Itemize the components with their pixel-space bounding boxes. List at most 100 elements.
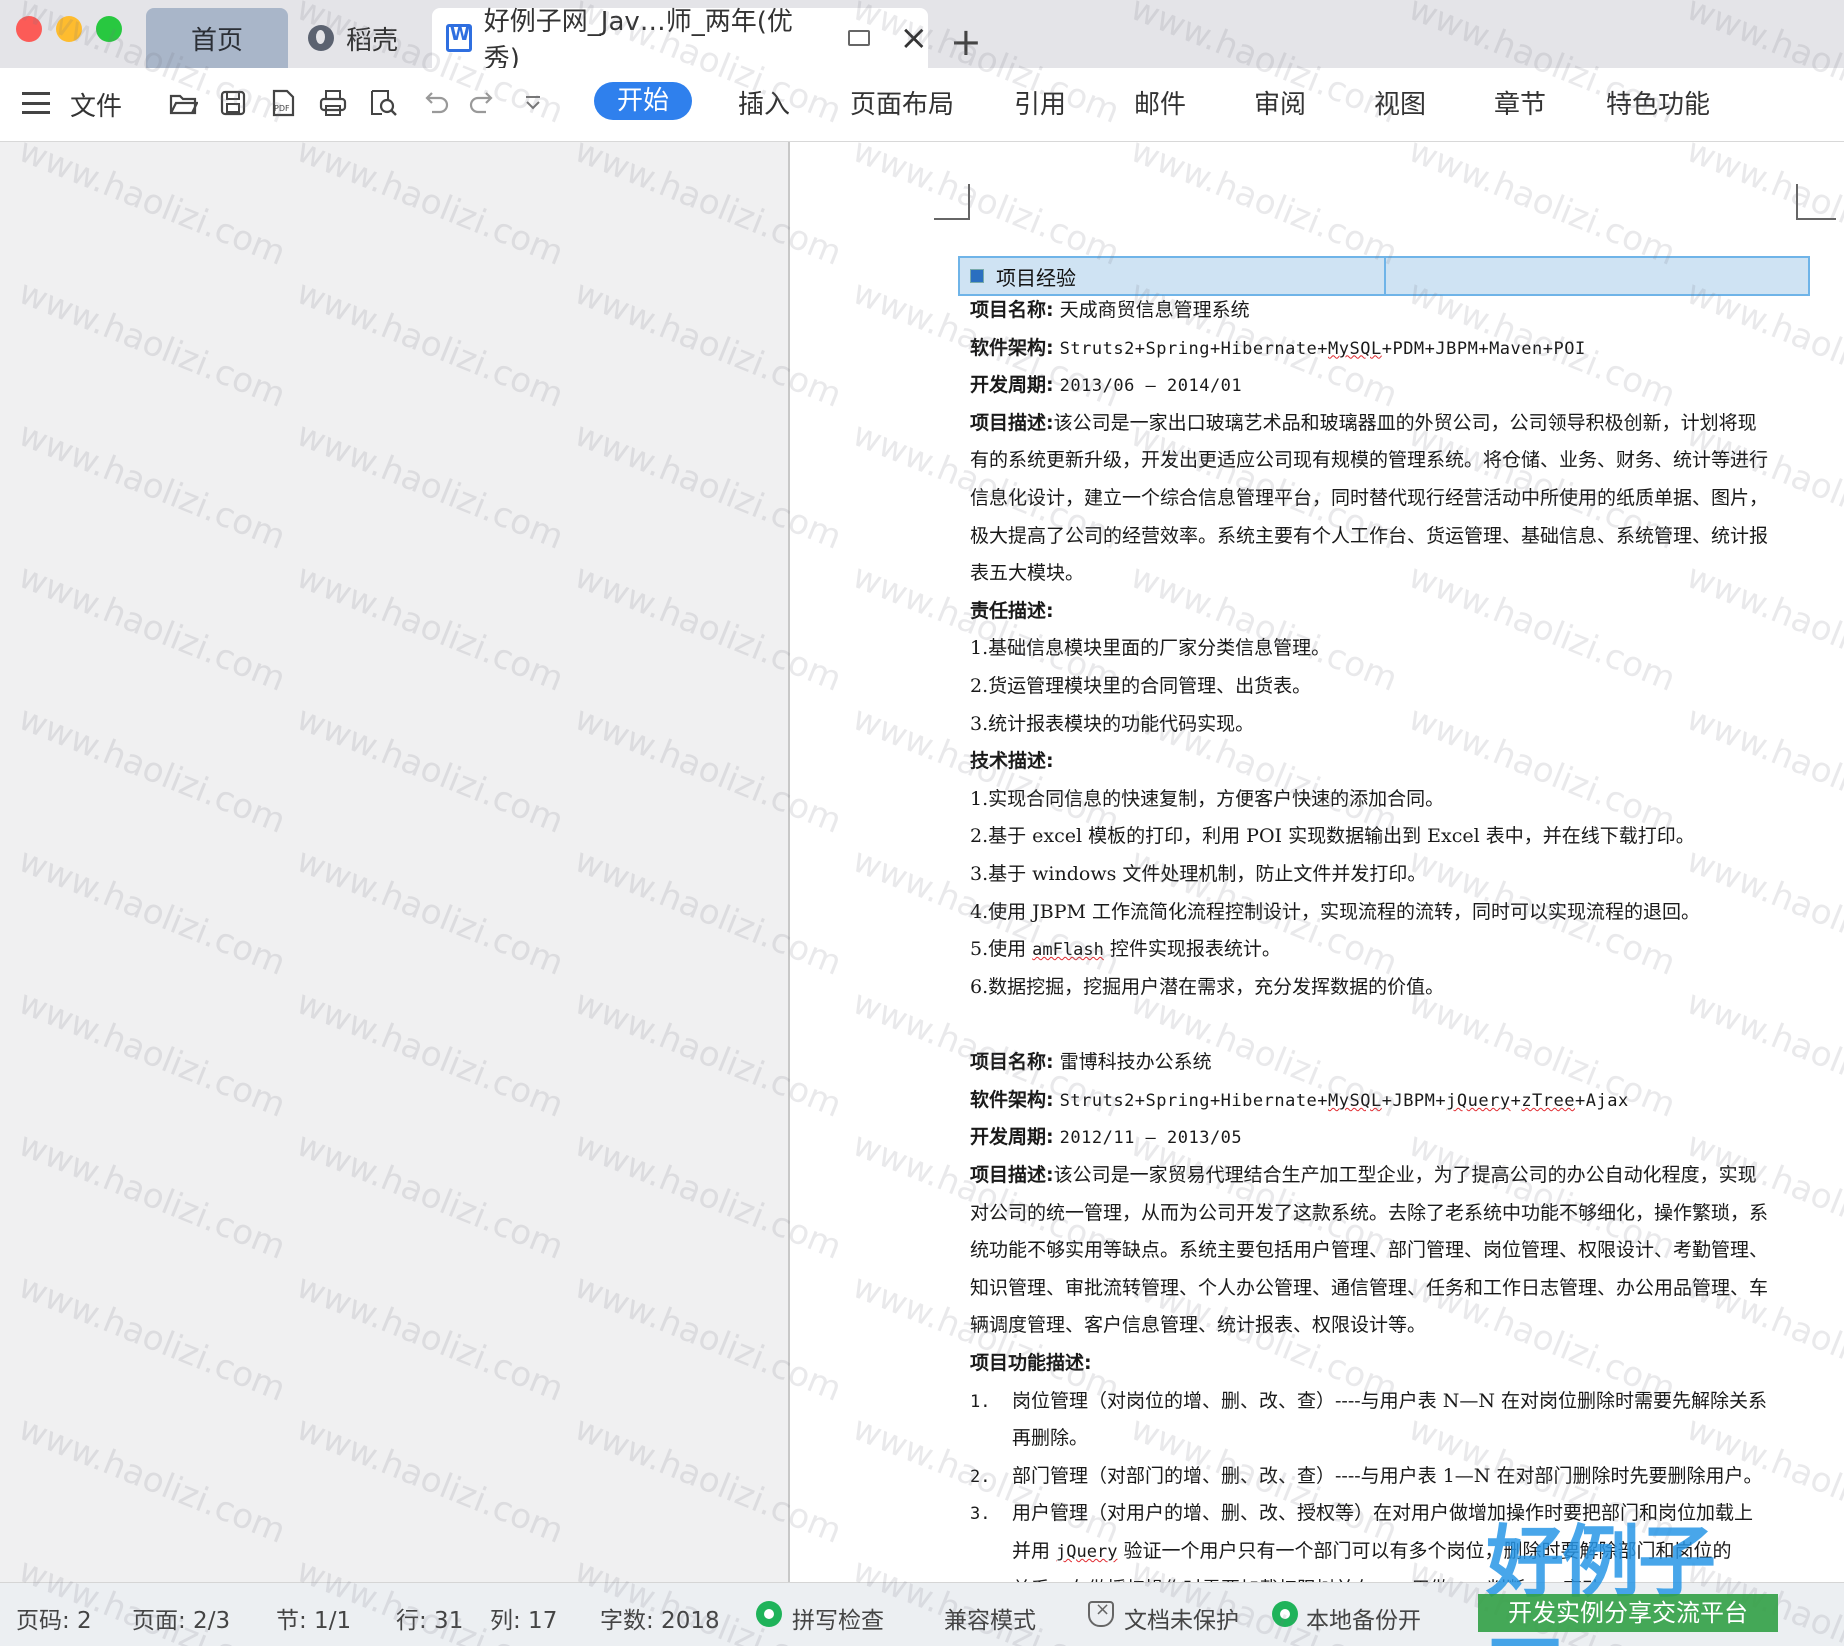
desc-text: 该公司是一家贸易代理结合生产加工型企业，为了提高公司的办公自动化程度，实现 [1053,1164,1757,1187]
desc-line: 表五大模块。 [970,562,1085,585]
status-word-count[interactable]: 字数: 2018 [600,1601,720,1635]
label: 软件架构: [970,1088,1054,1111]
document-body[interactable]: 项目名称: 天成商贸信息管理系统 软件架构: Struts2+Spring+Hi… [970,292,1810,1582]
list-item: 2.基于 excel 模板的打印，利用 POI 实现数据输出到 Excel 表中… [970,825,1695,848]
status-column[interactable]: 列: 17 [490,1601,557,1635]
desc-text: 该公司是一家出口玻璃艺术品和玻璃器皿的外贸公司，公司领导积极创新，计划将现 [1053,411,1757,434]
list-item: 4.使用 JBPM 工作流简化流程控制设计，实现流程的流转，同时可以实现流程的退… [970,900,1701,923]
writer-doc-icon [446,24,472,52]
tab-special-features[interactable]: 特色功能 [1606,84,1710,121]
save-icon[interactable] [218,88,248,118]
project1-period-line: 开发周期: 2013/06 – 2014/01 [970,367,1810,405]
tab-daoke[interactable]: 稻壳 [300,8,430,68]
table-cell-divider [1384,258,1386,294]
tab-chapter[interactable]: 章节 [1494,84,1546,121]
text: 并用 [1012,1540,1057,1562]
open-folder-icon[interactable] [168,88,199,118]
arch-text: Struts2+Spring+Hibernate+ [1059,338,1329,359]
text: 5.使用 [970,938,1033,961]
project2-name: 雷博科技办公系统 [1059,1051,1212,1074]
status-section[interactable]: 节: 1/1 [276,1601,351,1635]
backup-status-icon [1272,1601,1298,1627]
status-row[interactable]: 行: 31 [396,1601,463,1635]
label: 软件架构: [970,336,1054,359]
project1-arch-line: 软件架构: Struts2+Spring+Hibernate+MySQL+PDM… [970,330,1810,368]
compat-mode[interactable]: 兼容模式 [944,1601,1036,1635]
desc-line: 信息化设计，建立一个综合信息管理平台，同时替代现行经营活动中所使用的纸质单据、图… [970,486,1769,509]
tab-view[interactable]: 视图 [1374,84,1426,121]
text: 部门管理（对部门的增、删、改、查）----与用户表 1—N 在对部门删除时先要删… [1012,1464,1763,1487]
undo-icon[interactable] [420,88,450,118]
arch-text: + [1510,1090,1522,1111]
tab-insert[interactable]: 插入 [738,84,790,121]
print-preview-icon[interactable] [368,88,398,118]
section-header-table[interactable]: 项目经验 [958,256,1810,296]
label: 项目描述: [970,1164,1054,1187]
project2-period-line: 开发周期: 2012/11 – 2013/05 [970,1119,1810,1157]
list-item-continuation: 再删除。 [1012,1427,1089,1450]
spellcheck-status-icon [756,1601,782,1627]
list-item: 3.基于 windows 文件处理机制，防止文件并发打印。 [970,862,1427,885]
close-window-button[interactable] [16,16,42,42]
label: 项目功能描述: [970,1352,1092,1375]
arch-text: +PDM+JBPM+Maven+POI [1381,338,1586,359]
text: 岗位管理（对岗位的增、删、改、查）----与用户表 N—N 在对岗位删除时需要先… [1012,1389,1768,1412]
list-item-continuation: 关系，在做授权操作时需要加载权限树并在……用做……判断……变动…… [970,1571,1810,1582]
minimize-window-button[interactable] [56,16,82,42]
list-number: 3. [970,1504,991,1525]
new-tab-button[interactable]: + [950,12,990,72]
desc-line: 极大提高了公司的经营效率。系统主要有个人工作台、货运管理、基础信息、系统管理、统… [970,524,1769,547]
list-item-continuation: 并用 jQuery 验证一个用户只有一个部门可以有多个岗位，删除时要解除部门和岗… [970,1533,1810,1571]
redo-icon[interactable] [468,88,498,118]
status-bar: 页码: 2 页面: 2/3 节: 1/1 行: 31 列: 17 字数: 201… [0,1582,1844,1646]
project2-desc-line: 项目描述:该公司是一家贸易代理结合生产加工型企业，为了提高公司的办公自动化程度，… [970,1157,1810,1195]
project1-name-line: 项目名称: 天成商贸信息管理系统 [970,292,1810,330]
close-tab-icon[interactable]: × [900,21,929,55]
list-item: 1.基础信息模块里面的厂家分类信息管理。 [970,637,1331,660]
tab-document[interactable]: 好例子网_Jav…师_两年(优秀) × [432,7,929,74]
desc-line: 有的系统更新升级，开发出更适应公司现有规模的管理系统。将仓储、业务、财务、统计等… [970,449,1769,472]
status-page-code[interactable]: 页码: 2 [16,1601,92,1635]
print-icon[interactable] [318,88,348,118]
tab-home-label: 首页 [190,25,243,56]
label: 项目名称: [970,299,1054,321]
project1-desc-line: 项目描述:该公司是一家出口玻璃艺术品和玻璃器皿的外贸公司，公司领导积极创新，计划… [970,405,1810,443]
project2-name-line: 项目名称: 雷博科技办公系统 [970,1044,1810,1082]
pdf-icon[interactable]: PDF [268,88,298,118]
local-backup-button[interactable]: 本地备份开 [1306,1601,1421,1635]
resp-heading: 责任描述: [970,593,1810,631]
shield-icon [1088,1599,1114,1627]
spellcheck-word: amFlash [1032,940,1104,961]
tab-page-layout[interactable]: 页面布局 [850,84,954,121]
text: 控件实现报表统计。 [1103,938,1281,961]
spellcheck-button[interactable]: 拼写检查 [792,1601,884,1635]
list-number: 2. [970,1466,991,1487]
list-item: 1. 岗位管理（对岗位的增、删、改、查）----与用户表 N—N 在对岗位删除时需… [970,1383,1810,1421]
tech-heading: 技术描述: [970,743,1810,781]
document-page[interactable]: 项目经验 项目名称: 天成商贸信息管理系统 软件架构: Struts2+Spri… [790,142,1844,1582]
list-item: 2.货运管理模块里的合同管理、出货表。 [970,674,1312,697]
status-page[interactable]: 页面: 2/3 [132,1601,230,1635]
margin-corner-right [1796,184,1836,220]
tab-home[interactable]: 首页 [146,8,288,68]
tab-references[interactable]: 引用 [1014,84,1066,121]
tab-mailings[interactable]: 邮件 [1134,84,1186,121]
tab-start[interactable]: 开始 [594,82,692,120]
project1-name: 天成商贸信息管理系统 [1059,299,1250,321]
more-dropdown-icon[interactable] [518,88,548,118]
spellcheck-word: MySQL [1328,1090,1382,1111]
tab-review[interactable]: 审阅 [1254,84,1306,121]
tab-daoke-label: 稻壳 [346,25,399,56]
tab-document-label: 好例子网_Jav…师_两年(优秀) [483,7,793,74]
list-item: 6.数据挖掘，挖掘用户潜在需求，充分发挥数据的价值。 [970,975,1445,998]
navigation-pane[interactable] [0,142,788,1582]
hamburger-menu-icon[interactable] [22,92,50,114]
table-anchor-icon[interactable] [970,269,984,283]
label: 开发周期: [970,1126,1054,1149]
list-item: 2. 部门管理（对部门的增、删、改、查）----与用户表 1—N 在对部门删除时先… [970,1458,1810,1496]
doc-protection-button[interactable]: 文档未保护 [1124,1601,1239,1635]
maximize-window-button[interactable] [96,16,122,42]
file-menu[interactable]: 文件 [70,86,122,123]
monitor-icon[interactable] [847,30,870,46]
